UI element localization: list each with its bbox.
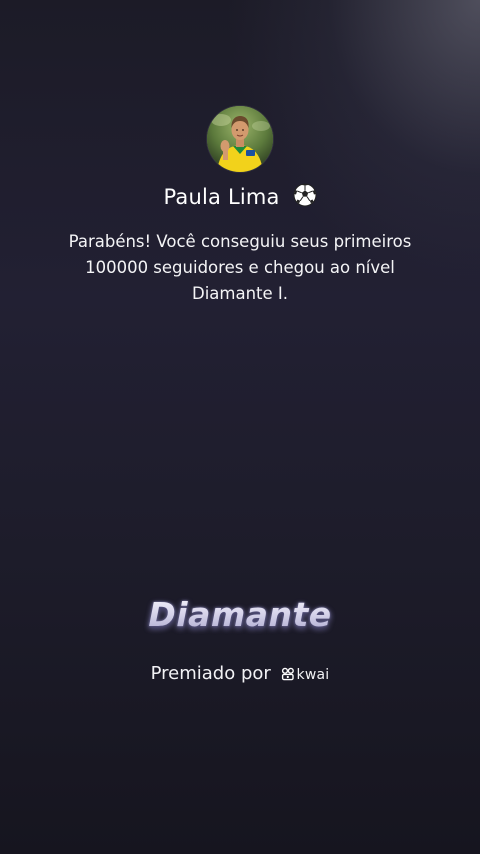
awarded-by-row: Premiado por kwai [0, 660, 480, 690]
username[interactable]: Paula Lima [163, 185, 279, 209]
user-avatar[interactable] [207, 106, 273, 172]
kwai-logo-icon [281, 662, 295, 690]
kwai-brand: kwai [281, 660, 330, 690]
achievement-message: Parabéns! Você conseguiu seus primeiros … [68, 232, 412, 303]
soccer-ball-icon [293, 183, 317, 216]
avatar-photo [207, 106, 273, 172]
achievement-screen: Paula Lima Parabéns! Você conseguiu seus… [0, 0, 480, 854]
username-row: Paula Lima [0, 181, 480, 216]
level-title: Diamante [0, 590, 480, 640]
awarded-by-label: Premiado por [150, 663, 271, 684]
kwai-brand-name: kwai [296, 667, 330, 683]
